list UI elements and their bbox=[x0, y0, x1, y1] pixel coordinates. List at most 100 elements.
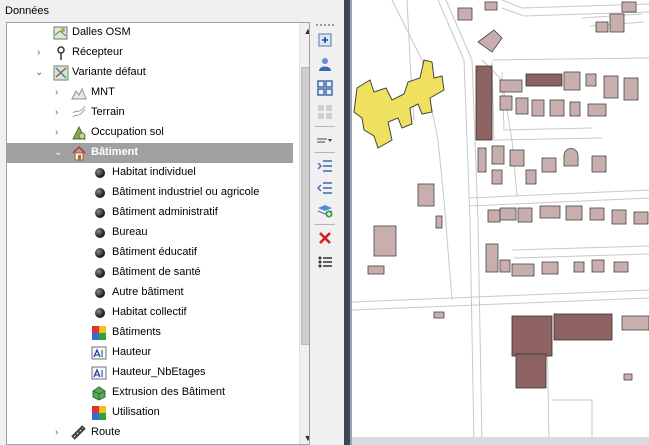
tree-item-child[interactable]: Bâtiment de santé bbox=[7, 263, 293, 283]
tree-item-hauteur[interactable]: Hauteur bbox=[7, 343, 293, 363]
tree-item-recepteur[interactable]: › Récepteur bbox=[7, 43, 293, 63]
tree-item-label: Dalles OSM bbox=[72, 26, 131, 38]
terrain-model-icon bbox=[71, 85, 87, 101]
layers-add-icon bbox=[317, 205, 333, 218]
chevron-right-icon[interactable]: › bbox=[55, 428, 65, 438]
tree-item-label: Habitat individuel bbox=[112, 166, 196, 178]
delete-button[interactable] bbox=[315, 228, 335, 248]
tree-item-label: Bureau bbox=[112, 226, 148, 238]
tree-item-batiments[interactable]: Bâtiments bbox=[7, 323, 293, 343]
tree-item-label: Utilisation bbox=[112, 406, 160, 418]
indent-icon bbox=[317, 160, 332, 172]
tree-item-utilisation[interactable]: Utilisation bbox=[7, 403, 293, 423]
colored-map-icon bbox=[91, 325, 107, 341]
tree-item-hauteur-nbetages[interactable]: Hauteur_NbEtages bbox=[7, 363, 293, 383]
map-canvas[interactable] bbox=[352, 0, 649, 445]
receptor-icon bbox=[53, 45, 69, 61]
toolbar-separator bbox=[315, 126, 335, 127]
tree-item-extrusion[interactable]: Extrusion des Bâtiment bbox=[7, 383, 293, 403]
add-layer-button[interactable] bbox=[315, 30, 335, 50]
outdent-icon bbox=[317, 182, 332, 194]
black-dot-icon bbox=[95, 168, 105, 178]
indent-button[interactable] bbox=[315, 156, 335, 176]
tree-item-label: Habitat collectif bbox=[112, 306, 187, 318]
chevron-right-icon[interactable]: › bbox=[55, 128, 65, 138]
user-icon bbox=[319, 58, 331, 71]
tree-item-label: Variante défaut bbox=[72, 66, 146, 78]
road-icon bbox=[71, 425, 87, 441]
tree-item-terrain[interactable]: › Terrain bbox=[7, 103, 293, 123]
display-options-button[interactable] bbox=[315, 130, 335, 150]
black-dot-icon bbox=[95, 208, 105, 218]
tree-item-label: Hauteur_NbEtages bbox=[112, 366, 206, 378]
scroll-down-icon[interactable]: ▼ bbox=[300, 430, 309, 444]
tree-item-route[interactable]: › Route bbox=[7, 423, 293, 443]
tree-item-label: Autre bâtiment bbox=[112, 286, 184, 298]
tree-item-dalles-osm[interactable]: Dalles OSM bbox=[7, 23, 293, 43]
tree-item-label: Récepteur bbox=[72, 46, 123, 58]
tree-item-child[interactable]: Bâtiment administratif bbox=[7, 203, 293, 223]
scroll-up-icon[interactable]: ▲ bbox=[300, 23, 309, 39]
black-dot-icon bbox=[95, 308, 105, 318]
roads bbox=[352, 0, 649, 445]
building-icon bbox=[71, 145, 87, 161]
chevron-right-icon[interactable]: › bbox=[55, 108, 65, 118]
outdent-button[interactable] bbox=[315, 178, 335, 198]
tree-item-child[interactable]: Autre bâtiment bbox=[7, 283, 293, 303]
scroll-thumb[interactable] bbox=[301, 67, 309, 345]
map-drawing bbox=[352, 0, 649, 445]
add-layer-icon bbox=[318, 33, 332, 47]
tree-item-label: Bâtiments bbox=[112, 326, 161, 338]
tree-item-child[interactable]: Habitat individuel bbox=[7, 163, 293, 183]
dropdown-icon bbox=[317, 138, 332, 143]
toolbar-separator bbox=[315, 224, 335, 225]
map-status-strip bbox=[352, 437, 649, 445]
grid-view-disabled-button[interactable] bbox=[315, 102, 335, 122]
add-group-button[interactable] bbox=[315, 200, 335, 220]
grid-icon bbox=[318, 105, 332, 119]
grid-view-button[interactable] bbox=[315, 78, 335, 98]
tree-item-occupation[interactable]: › Occupation sol bbox=[7, 123, 293, 143]
tree-item-label: Hauteur bbox=[112, 346, 152, 358]
tree-item-child[interactable]: Bâtiment éducatif bbox=[7, 243, 293, 263]
list-button[interactable] bbox=[315, 252, 335, 272]
list-icon bbox=[318, 256, 332, 268]
osm-tiles-icon bbox=[53, 25, 69, 41]
tree-item-mnt[interactable]: › MNT bbox=[7, 83, 293, 103]
selected-building bbox=[353, 59, 445, 149]
tree-item-label: Bâtiment industriel ou agricole bbox=[112, 186, 260, 198]
toolbar-grip bbox=[316, 24, 334, 27]
black-dot-icon bbox=[95, 268, 105, 278]
user-layer-button[interactable] bbox=[315, 54, 335, 74]
tree-item-label: Bâtiment de santé bbox=[112, 266, 201, 278]
tree-item-child[interactable]: Habitat collectif bbox=[7, 303, 293, 323]
layer-tree[interactable]: Dalles OSM › Récepteur ⌄ Variante défaut… bbox=[6, 22, 310, 445]
grid-icon bbox=[317, 80, 333, 96]
tree-item-label: Terrain bbox=[91, 106, 125, 118]
tree-item-label: MNT bbox=[91, 86, 115, 98]
toolbar-separator bbox=[315, 152, 335, 153]
terrain-icon bbox=[71, 105, 87, 121]
chevron-down-icon[interactable]: ⌄ bbox=[35, 68, 45, 78]
land-use-icon bbox=[71, 125, 87, 141]
tree-item-variante[interactable]: ⌄ Variante défaut bbox=[7, 63, 293, 83]
chevron-right-icon[interactable]: › bbox=[37, 48, 47, 58]
colored-map-icon bbox=[91, 405, 107, 421]
label-icon bbox=[91, 365, 107, 381]
tree-scrollbar[interactable]: ▲ ▼ bbox=[299, 23, 309, 444]
extrusion-icon bbox=[91, 385, 107, 401]
black-dot-icon bbox=[95, 188, 105, 198]
tree-item-child[interactable]: Bâtiment industriel ou agricole bbox=[7, 183, 293, 203]
tree-item-label: Occupation sol bbox=[91, 126, 164, 138]
chevron-right-icon[interactable]: › bbox=[55, 88, 65, 98]
label-icon bbox=[91, 345, 107, 361]
variant-icon bbox=[53, 65, 69, 81]
chevron-down-icon[interactable]: ⌄ bbox=[54, 148, 64, 158]
tree-item-batiment[interactable]: ⌄ Bâtiment bbox=[7, 143, 293, 163]
tree-toolbar bbox=[312, 22, 338, 445]
tree-item-label: Bâtiment bbox=[91, 146, 139, 158]
tree-item-label: Extrusion des Bâtiment bbox=[112, 386, 226, 398]
tree-item-child[interactable]: Bureau bbox=[7, 223, 293, 243]
close-icon bbox=[319, 232, 331, 244]
black-dot-icon bbox=[95, 248, 105, 258]
